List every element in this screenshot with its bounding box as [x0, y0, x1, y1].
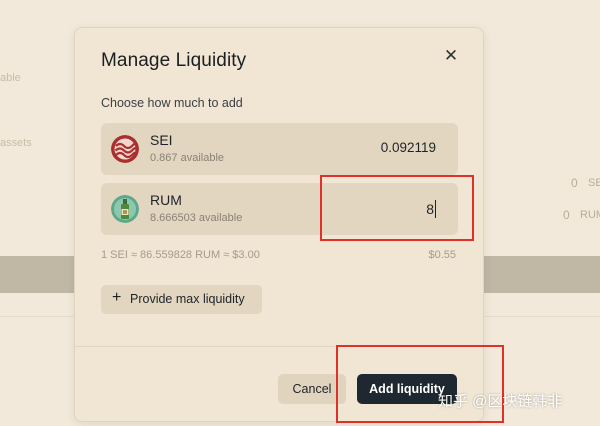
modal-title: Manage Liquidity — [101, 50, 247, 71]
background-value-rum: 0 — [563, 208, 570, 222]
token-symbol-rum: RUM — [150, 192, 182, 208]
background-value-sei: 0 — [571, 176, 578, 190]
token-symbol-sei: SEI — [150, 132, 173, 148]
background-label-able: able — [0, 72, 21, 84]
modal-subtitle: Choose how much to add — [101, 96, 243, 110]
sei-amount-field[interactable]: 0.092119 — [381, 140, 436, 155]
annotation-box-add-button — [336, 345, 504, 423]
watermark: 知乎 @区块链韩非 — [438, 393, 563, 410]
close-icon[interactable]: ✕ — [443, 47, 459, 64]
annotation-box-amount — [320, 175, 474, 241]
background-unit-sei: SE — [588, 177, 600, 189]
provide-max-liquidity-button[interactable]: + Provide max liquidity — [101, 285, 262, 314]
provide-max-liquidity-label: Provide max liquidity — [130, 292, 245, 306]
background-unit-rum: RUM — [580, 209, 600, 221]
background-label-assets: assets — [0, 137, 32, 149]
token-available-rum: 8.666503 available — [150, 212, 243, 224]
exchange-rate-text: 1 SEI ≈ 86.559828 RUM ≈ $3.00 — [101, 249, 260, 261]
token-row-sei[interactable]: SEI 0.867 available 0.092119 — [101, 123, 458, 175]
sei-logo-icon — [111, 135, 139, 163]
rum-bottle-icon — [111, 195, 139, 223]
usd-total: $0.55 — [428, 249, 456, 261]
token-available-sei: 0.867 available — [150, 152, 225, 164]
cancel-button-label: Cancel — [292, 382, 332, 396]
plus-icon: + — [112, 289, 122, 306]
